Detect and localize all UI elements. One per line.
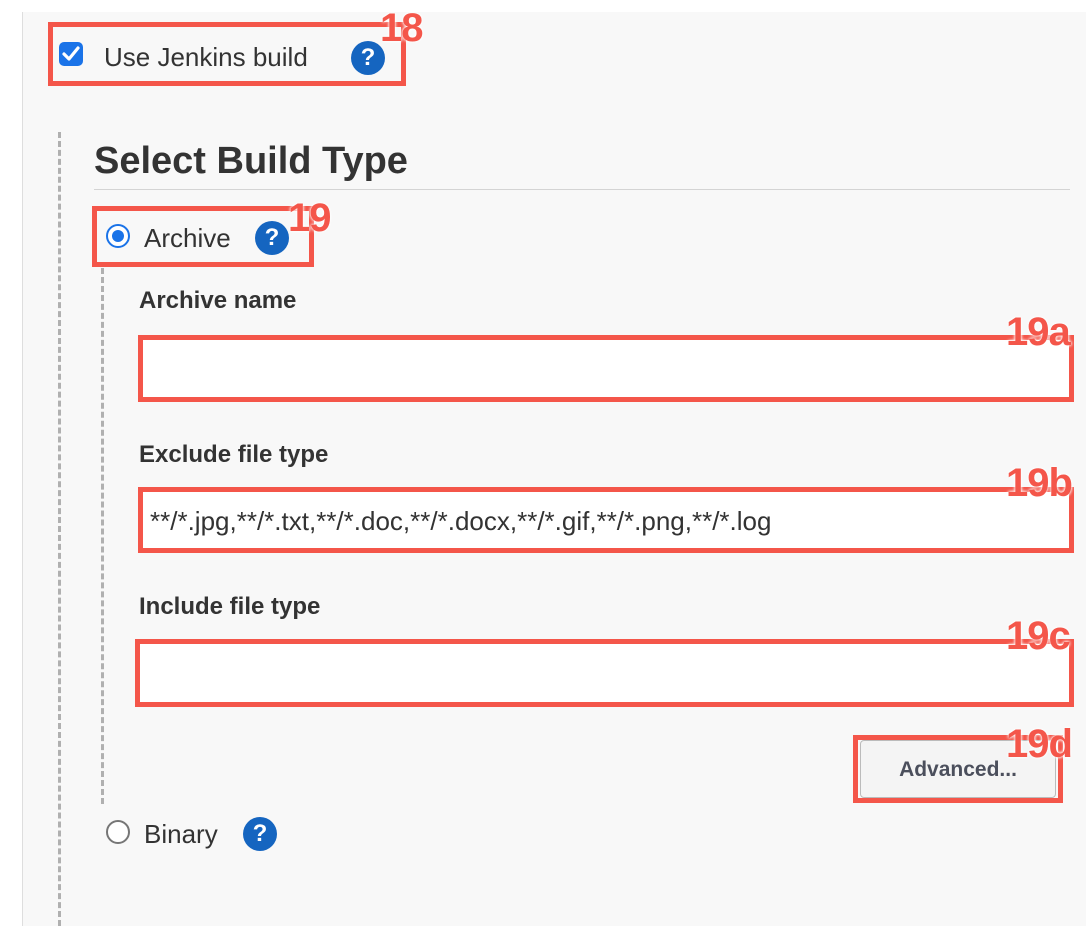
annotation-box-18 (48, 22, 406, 86)
annotation-box-19a (138, 335, 1074, 402)
inner-dashed-guide (101, 268, 104, 804)
panel-left-edge (0, 12, 23, 926)
include-file-type-label: Include file type (139, 593, 321, 620)
archive-name-label: Archive name (139, 287, 297, 314)
annotation-label-19: 19 (288, 196, 331, 240)
annotation-box-19c (135, 639, 1074, 707)
annotation-box-19b (138, 487, 1074, 553)
exclude-file-type-label: Exclude file type (139, 441, 329, 468)
annotation-label-19a: 19a (1006, 310, 1071, 354)
binary-help-icon[interactable]: ? (243, 817, 277, 851)
binary-radio-label: Binary (144, 819, 218, 849)
annotation-label-19c: 19c (1006, 614, 1071, 658)
outer-dashed-guide (58, 132, 61, 926)
annotation-label-18: 18 (380, 6, 423, 50)
annotation-label-19b: 19b (1006, 461, 1073, 505)
annotation-box-19 (92, 206, 314, 267)
annotation-label-19d: 19d (1006, 722, 1073, 766)
binary-radio[interactable] (106, 820, 130, 844)
section-title-divider (94, 189, 1070, 190)
section-title-build-type: Select Build Type (94, 140, 408, 182)
